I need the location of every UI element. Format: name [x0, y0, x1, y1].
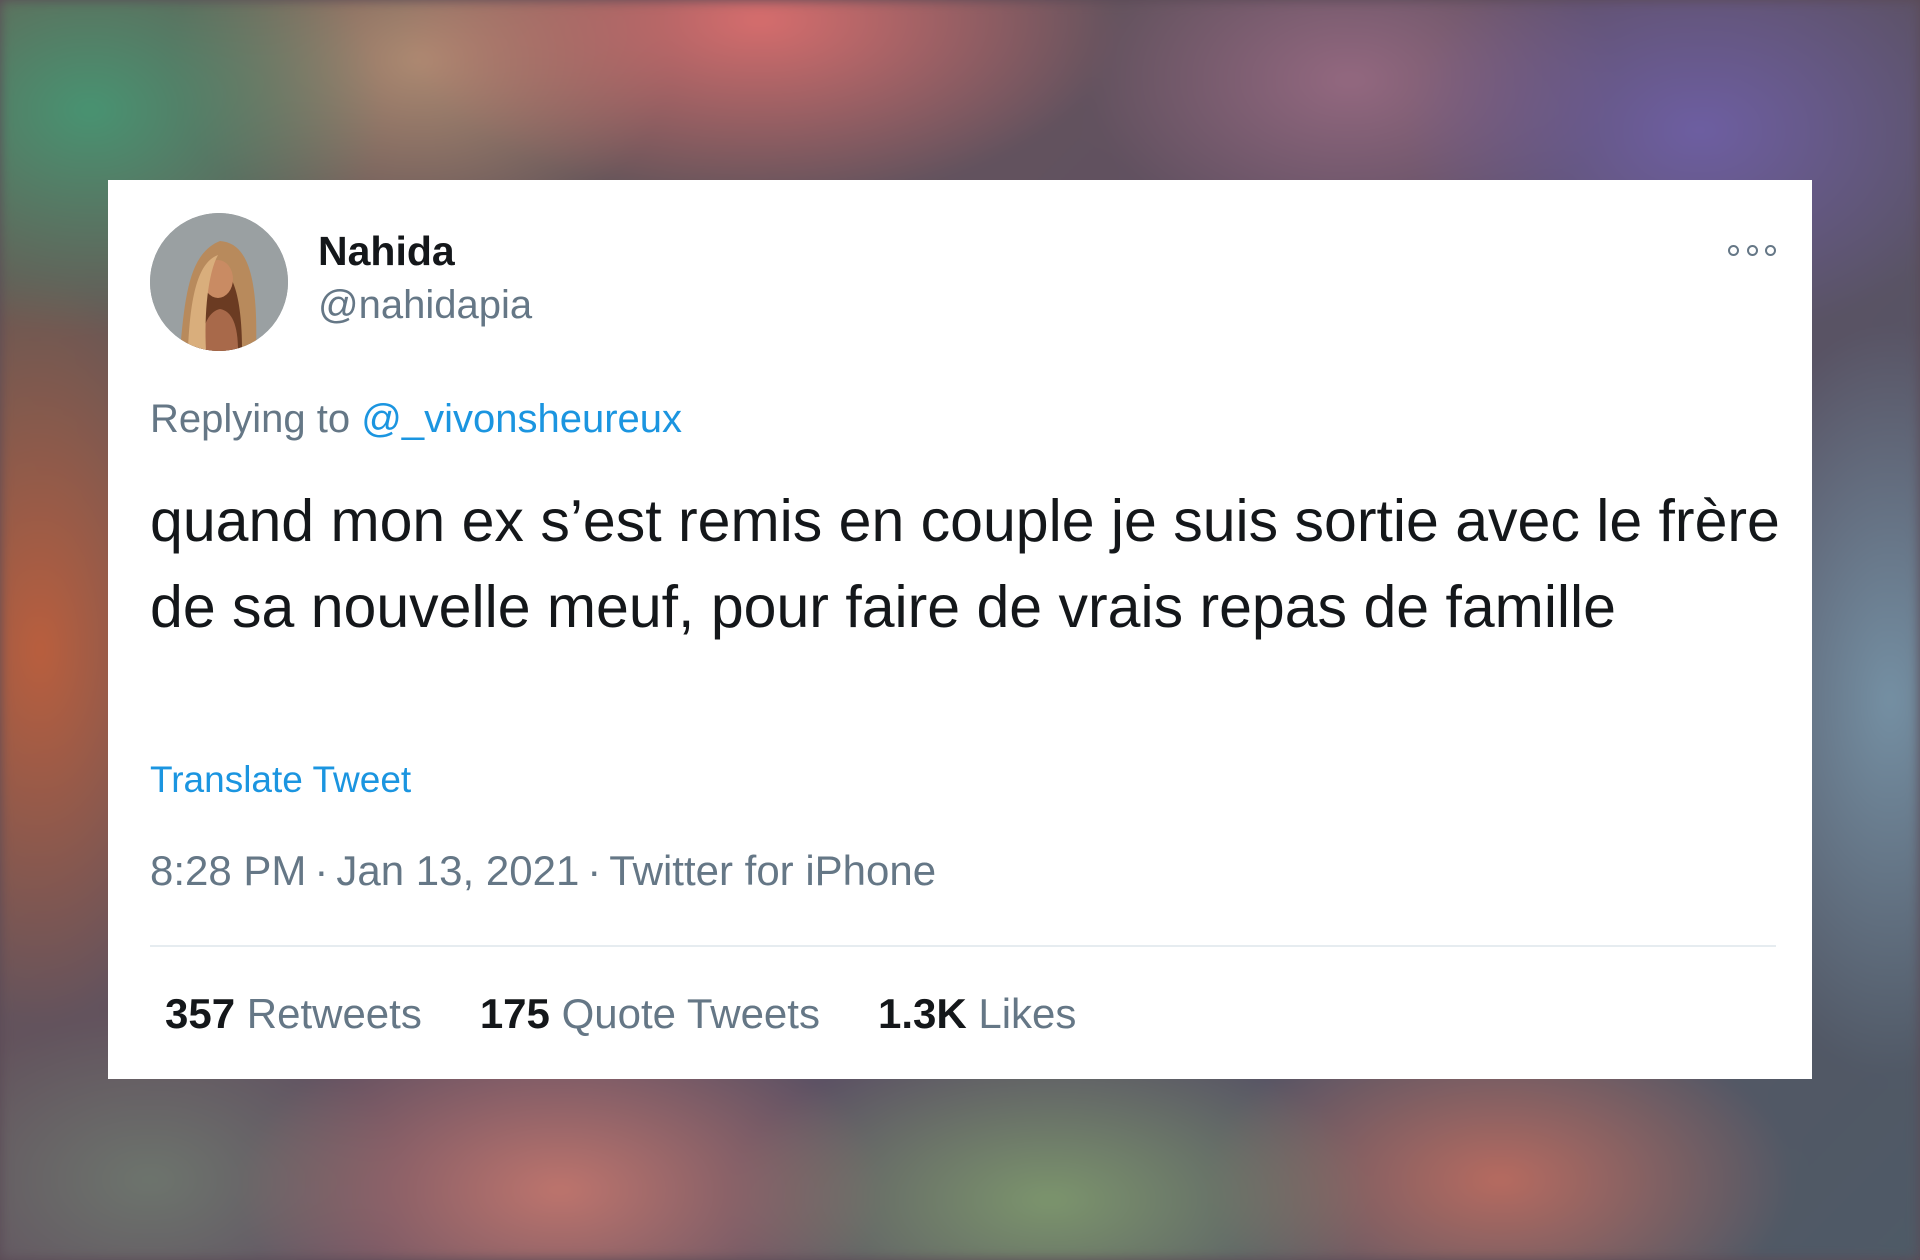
tweet-time[interactable]: 8:28 PM — [150, 847, 306, 894]
reply-prefix: Replying to — [150, 397, 351, 441]
tweet-meta: 8:28 PM · Jan 13, 2021 · Twitter for iPhone — [150, 847, 936, 895]
meta-separator: · — [314, 847, 329, 894]
translate-tweet-link[interactable]: Translate Tweet — [150, 759, 411, 801]
likes-label: Likes — [978, 990, 1077, 1037]
tweet-text: quand mon ex s’est remis en couple je su… — [150, 488, 1780, 640]
avatar[interactable] — [150, 213, 288, 351]
tweet-card: Nahida @nahidapia Replying to @_vivonshe… — [108, 180, 1812, 1079]
quote-tweets-label: Quote Tweets — [561, 990, 820, 1037]
quote-tweets-count: 175 — [479, 990, 550, 1037]
tweet-source[interactable]: Twitter for iPhone — [609, 847, 936, 894]
engagement-stats: 357 Retweets 175 Quote Tweets 1.3K Likes — [165, 990, 1076, 1038]
avatar-photo — [150, 213, 288, 351]
reply-mention-link[interactable]: @_vivonsheureux — [361, 397, 682, 441]
likes-count: 1.3K — [877, 990, 967, 1037]
reply-context: Replying to @_vivonsheureux — [150, 397, 682, 442]
author-handle[interactable]: @nahidapia — [318, 283, 532, 328]
more-options-icon[interactable] — [1728, 242, 1776, 258]
divider — [150, 945, 1776, 947]
author-name[interactable]: Nahida — [318, 228, 455, 275]
dot-icon — [1765, 244, 1776, 256]
meta-separator: · — [587, 847, 602, 894]
quote-tweets-stat[interactable]: 175 Quote Tweets — [480, 990, 820, 1038]
tweet-date[interactable]: Jan 13, 2021 — [336, 847, 579, 894]
dot-icon — [1746, 244, 1758, 256]
retweets-count: 357 — [165, 990, 236, 1037]
retweets-stat[interactable]: 357 Retweets — [165, 990, 422, 1038]
retweets-label: Retweets — [246, 990, 422, 1037]
likes-stat[interactable]: 1.3K Likes — [878, 990, 1076, 1038]
dot-icon — [1728, 244, 1739, 256]
